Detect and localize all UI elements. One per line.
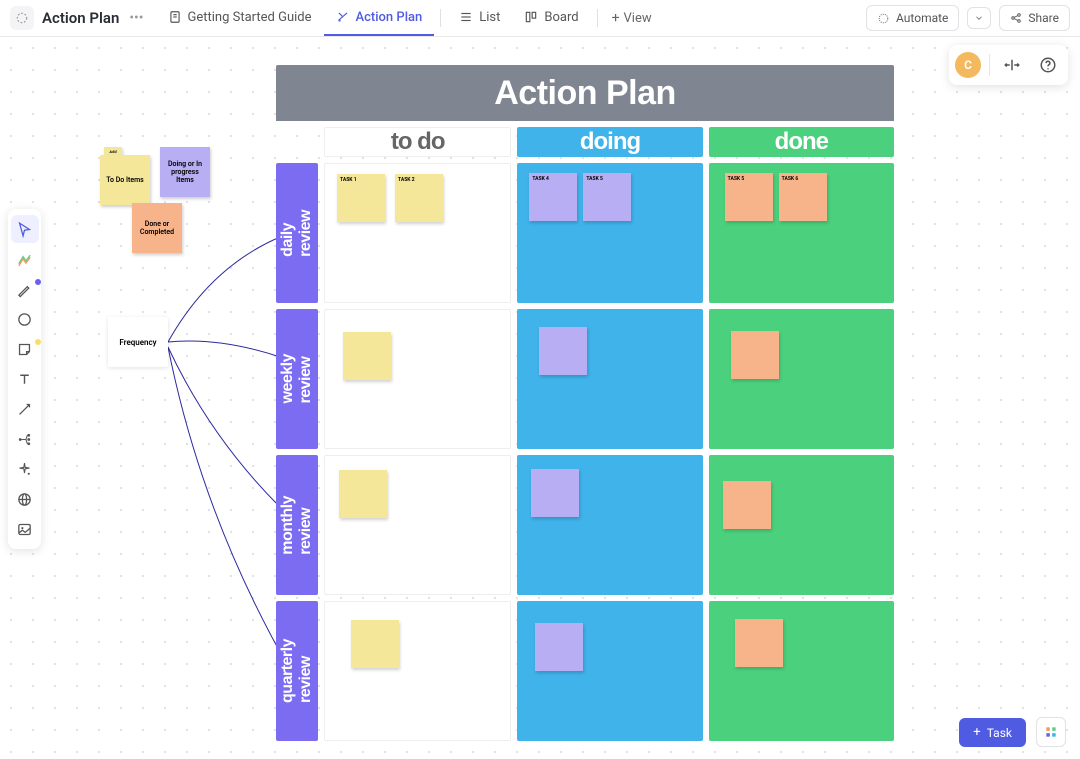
row-label: weekly review	[276, 309, 318, 449]
list-icon	[459, 10, 473, 24]
task-sticky[interactable]: TASK 6	[779, 173, 827, 221]
tab-action-plan[interactable]: Action Plan	[324, 0, 435, 36]
board-cell-todo[interactable]: TASK 1TASK 2	[324, 163, 511, 303]
create-task-button[interactable]: + Task	[959, 718, 1026, 747]
board-title-bar: Action Plan	[276, 65, 894, 121]
help-button[interactable]	[1034, 51, 1062, 79]
board-cell-doing[interactable]	[517, 455, 702, 595]
grid-icon	[1044, 725, 1058, 739]
task-sticky[interactable]: TASK 1	[337, 174, 385, 222]
share-icon	[1010, 12, 1022, 24]
divider	[597, 9, 598, 27]
web-tool[interactable]	[11, 485, 39, 513]
spark-icon	[877, 12, 890, 25]
text-tool[interactable]	[11, 365, 39, 393]
tab-list[interactable]: List	[447, 0, 512, 36]
image-tool[interactable]	[11, 515, 39, 543]
shapes-tool[interactable]	[11, 245, 39, 273]
col-header-done: done	[709, 127, 894, 157]
canvas-toolbar	[8, 209, 41, 549]
board-cell-done[interactable]	[709, 455, 894, 595]
task-sticky[interactable]	[539, 327, 587, 375]
task-sticky[interactable]	[531, 469, 579, 517]
board-title: Action Plan	[494, 74, 676, 113]
frequency-node[interactable]: Frequency	[108, 317, 168, 367]
board-row: weekly review	[276, 309, 894, 449]
task-sticky[interactable]: TASK 5	[725, 173, 773, 221]
task-sticky[interactable]	[339, 470, 387, 518]
task-sticky[interactable]	[731, 331, 779, 379]
header-bar: Action Plan ••• Getting Started Guide Ac…	[0, 0, 1080, 37]
select-tool[interactable]	[11, 215, 39, 243]
color-dot	[35, 279, 41, 285]
divider	[440, 9, 441, 27]
row-label: monthly review	[276, 455, 318, 595]
task-sticky[interactable]: TASK 4	[529, 173, 577, 221]
pen-tool[interactable]	[11, 275, 39, 303]
task-sticky[interactable]	[351, 620, 399, 668]
share-button[interactable]: Share	[999, 5, 1070, 31]
more-icon[interactable]: •••	[129, 10, 143, 26]
tab-getting-started[interactable]: Getting Started Guide	[156, 0, 324, 36]
apps-button[interactable]	[1036, 717, 1066, 747]
board-row: monthly review	[276, 455, 894, 595]
legend-done-note[interactable]: Done or Completed	[132, 203, 182, 253]
board-cell-todo[interactable]	[324, 601, 511, 741]
col-header-doing: doing	[517, 127, 702, 157]
plus-icon: +	[612, 10, 620, 26]
space-logo[interactable]	[10, 6, 34, 30]
board-cell-doing[interactable]	[517, 601, 702, 741]
legend-todo-note[interactable]: To Do Items	[100, 155, 150, 205]
row-label: quarterly review	[276, 601, 318, 741]
automate-button[interactable]: Automate	[866, 5, 959, 31]
board-icon	[524, 10, 538, 24]
plus-icon: +	[973, 725, 980, 740]
sticky-tool[interactable]	[11, 335, 39, 363]
board-cell-done[interactable]: TASK 5TASK 6	[709, 163, 894, 303]
divider	[989, 54, 990, 76]
board-row: quarterly review	[276, 601, 894, 741]
task-sticky[interactable]	[735, 619, 783, 667]
whiteboard-icon	[336, 10, 350, 24]
fit-width-button[interactable]	[998, 51, 1026, 79]
board-cell-doing[interactable]	[517, 309, 702, 449]
user-avatar[interactable]: C	[955, 52, 981, 78]
ai-tool[interactable]	[11, 455, 39, 483]
task-sticky[interactable]: TASK 2	[395, 174, 443, 222]
connector-tool[interactable]	[11, 395, 39, 423]
board-cell-doing[interactable]: TASK 4TASK 5	[517, 163, 702, 303]
task-sticky[interactable]	[343, 332, 391, 380]
mindmap-tool[interactable]	[11, 425, 39, 453]
task-sticky[interactable]	[535, 623, 583, 671]
task-sticky[interactable]	[723, 481, 771, 529]
whiteboard-canvas[interactable]: Add here To Do Items Doing or In progres…	[0, 37, 1080, 759]
automate-dropdown[interactable]	[967, 7, 991, 29]
doc-icon	[168, 10, 182, 24]
action-plan-board[interactable]: Action Plan to do doing done daily revie…	[276, 65, 894, 741]
board-cell-todo[interactable]	[324, 455, 511, 595]
board-row: daily reviewTASK 1TASK 2TASK 4TASK 5TASK…	[276, 163, 894, 303]
row-label: daily review	[276, 163, 318, 303]
tab-board[interactable]: Board	[512, 0, 590, 36]
chevron-down-icon	[974, 13, 984, 23]
board-columns-header: to do doing done	[276, 127, 894, 157]
board-cell-done[interactable]	[709, 309, 894, 449]
col-header-todo: to do	[324, 127, 511, 157]
board-cell-done[interactable]	[709, 601, 894, 741]
page-title: Action Plan	[42, 9, 119, 27]
add-view-button[interactable]: + View	[604, 10, 660, 26]
circle-tool[interactable]	[11, 305, 39, 333]
board-cell-todo[interactable]	[324, 309, 511, 449]
canvas-controls: C	[949, 45, 1068, 85]
task-sticky[interactable]: TASK 5	[583, 173, 631, 221]
legend-doing-note[interactable]: Doing or In progress Items	[160, 147, 210, 197]
color-dot	[35, 339, 41, 345]
